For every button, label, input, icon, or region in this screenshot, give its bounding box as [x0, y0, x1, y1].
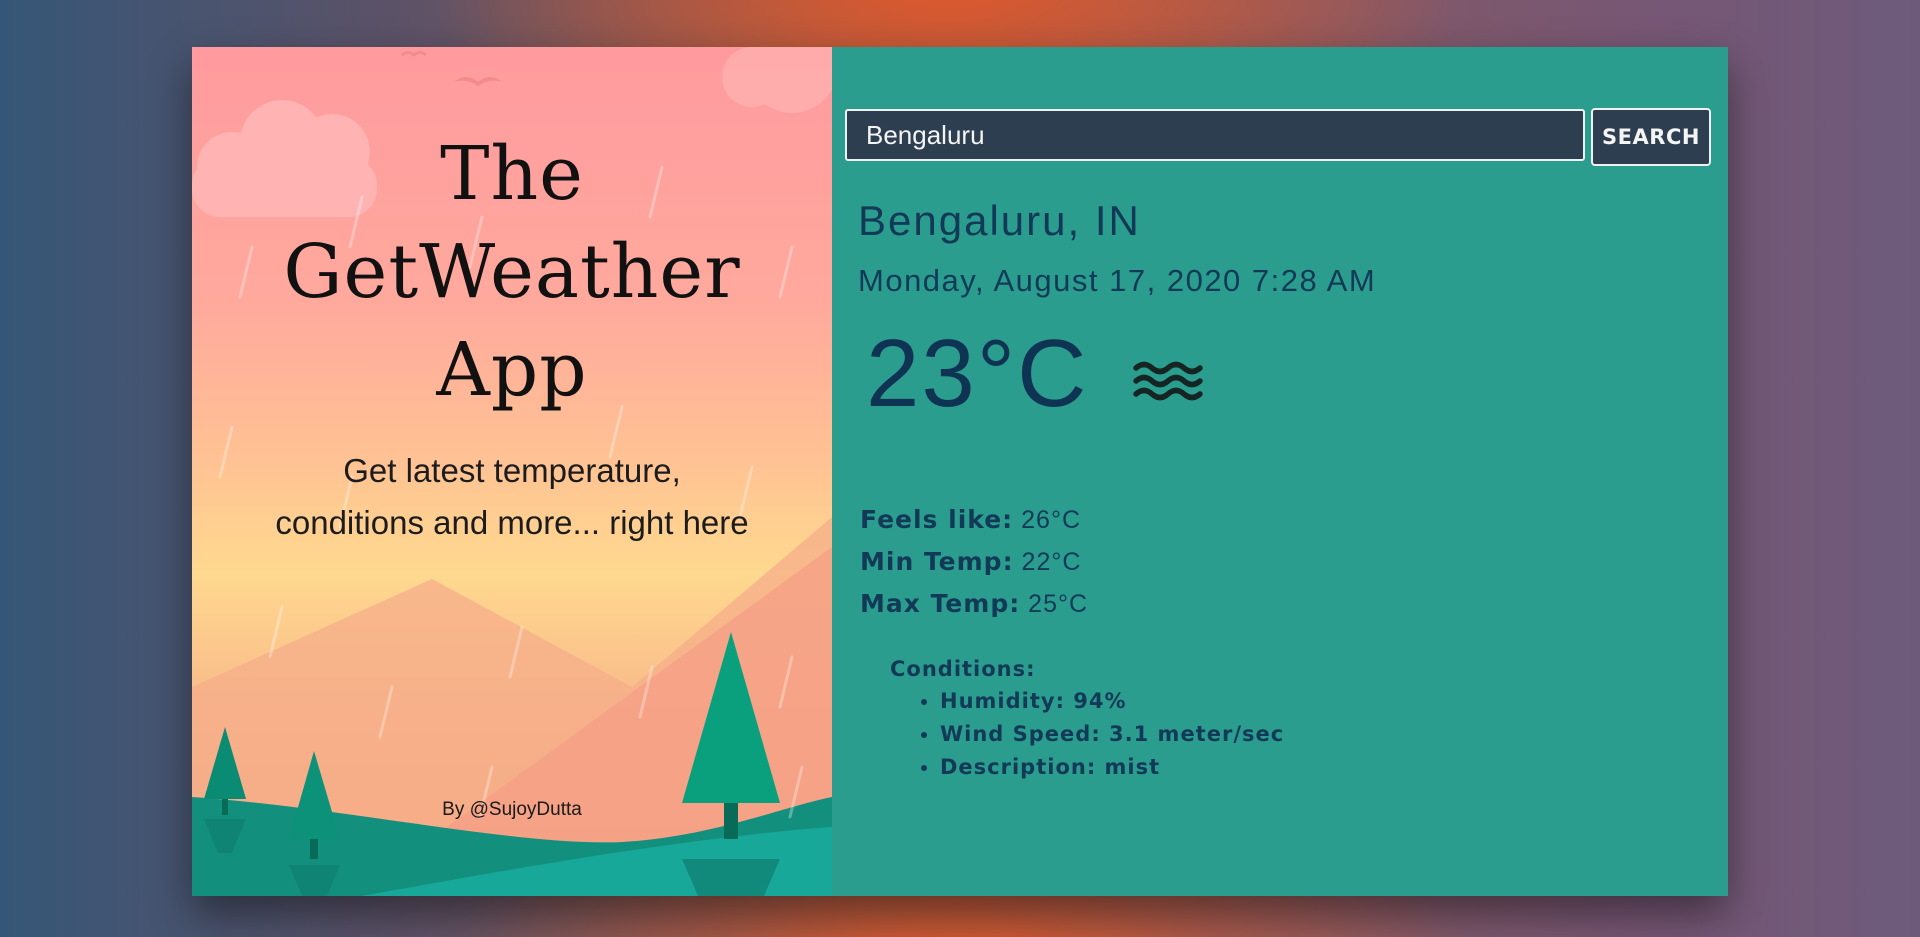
current-temperature: 23°C [866, 320, 1089, 427]
condition-value: mist [1104, 755, 1161, 779]
condition-label: Wind Speed: [940, 722, 1101, 746]
stat-value: 25°C [1028, 590, 1089, 618]
conditions-heading: Conditions: [890, 657, 1036, 681]
stat-label: Min Temp: [860, 547, 1014, 576]
bird-icon [454, 77, 502, 86]
condition-value: 94% [1073, 689, 1127, 713]
stat-value: 22°C [1021, 548, 1082, 576]
location-name: Bengaluru, IN [858, 197, 1141, 244]
stat-value: 26°C [1021, 506, 1081, 534]
conditions-section: Conditions: Humidity: 94% Wind Speed: 3.… [890, 657, 1284, 784]
list-item: Humidity: 94% [940, 685, 1284, 718]
city-search-input[interactable] [845, 109, 1585, 161]
conditions-list: Humidity: 94% Wind Speed: 3.1 meter/sec … [890, 685, 1284, 784]
min-temp-row: Min Temp: 22°C [860, 541, 1088, 583]
temperature-stats: Feels like: 26°C Min Temp: 22°C Max Temp… [860, 499, 1088, 625]
feels-like-row: Feels like: 26°C [860, 499, 1088, 541]
date-time: Monday, August 17, 2020 7:28 AM [858, 263, 1377, 298]
condition-label: Humidity: [940, 689, 1065, 713]
weather-panel: SEARCH Bengaluru, IN Monday, August 17, … [832, 47, 1728, 896]
app-card: The GetWeather App Get latest temperatur… [192, 47, 1728, 896]
subtitle-line: Get latest temperature, [343, 452, 681, 489]
search-button[interactable]: SEARCH [1591, 108, 1711, 166]
title-line: GetWeather [283, 229, 741, 315]
list-item: Wind Speed: 3.1 meter/sec [940, 718, 1284, 751]
stat-label: Max Temp: [860, 589, 1021, 618]
condition-label: Description: [940, 755, 1097, 779]
app-subtitle: Get latest temperature, conditions and m… [192, 445, 832, 549]
mist-icon [1133, 361, 1203, 401]
condition-value: 3.1 meter/sec [1109, 722, 1285, 746]
stat-label: Feels like: [860, 505, 1014, 534]
hero-panel: The GetWeather App Get latest temperatur… [192, 47, 832, 896]
subtitle-line: conditions and more... right here [275, 504, 749, 541]
title-line: The [440, 131, 584, 217]
title-line: App [436, 327, 588, 413]
list-item: Description: mist [940, 751, 1284, 784]
app-title: The GetWeather App [192, 125, 832, 419]
author-credit: By @SujoyDutta [442, 799, 582, 820]
max-temp-row: Max Temp: 25°C [860, 583, 1088, 625]
